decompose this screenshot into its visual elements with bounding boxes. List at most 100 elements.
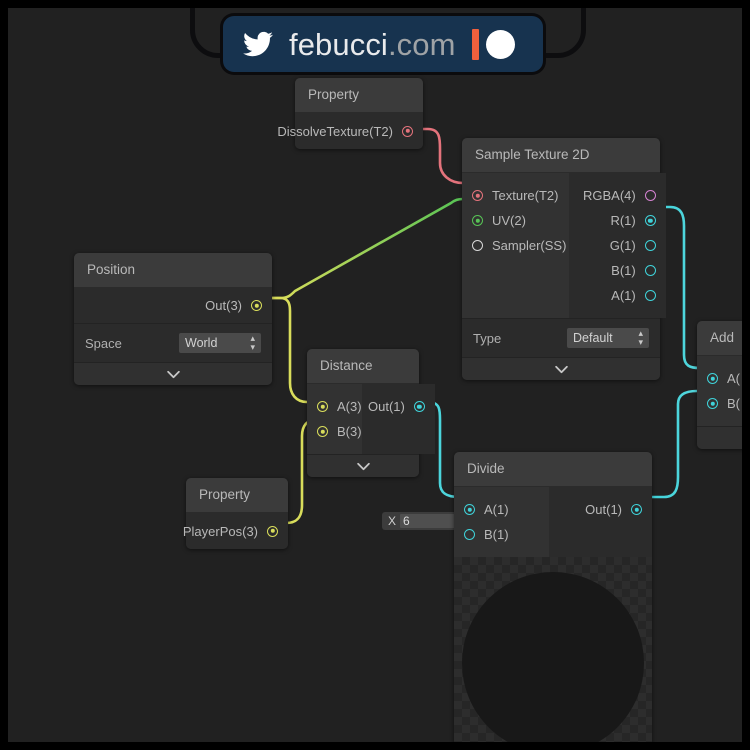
output-port-a[interactable] xyxy=(644,290,656,301)
node-collapse-footer[interactable] xyxy=(74,362,272,385)
shader-graph-screenshot: febucci.com Property DissolveTexture(T2)… xyxy=(0,0,750,750)
output-port-out[interactable] xyxy=(413,401,425,412)
input-port-column: A( B( xyxy=(697,356,742,426)
output-port-label: A(1) xyxy=(611,288,636,303)
node-preview xyxy=(454,557,652,742)
node-body: DissolveTexture(T2) xyxy=(277,113,423,149)
node-body: PlayerPos(3) xyxy=(183,513,288,549)
input-port-label: B(3) xyxy=(337,424,362,439)
output-port-column: Out(1) xyxy=(549,487,652,557)
input-port-row[interactable]: B( xyxy=(697,391,742,416)
input-port-sampler[interactable] xyxy=(472,240,483,251)
input-port-row[interactable]: A( xyxy=(697,366,742,391)
chevron-down-icon xyxy=(166,370,180,378)
node-setting-space[interactable]: Space World ▴ ▾ xyxy=(74,323,272,362)
input-port-row[interactable]: UV(2) xyxy=(462,208,569,233)
space-dropdown[interactable]: World ▴ ▾ xyxy=(179,333,261,353)
output-port-out[interactable] xyxy=(631,504,642,515)
input-port-a[interactable] xyxy=(317,401,328,412)
input-port-a[interactable] xyxy=(707,373,718,384)
output-port-b[interactable] xyxy=(644,265,656,276)
node-body: A(3) B(3) Out(1) xyxy=(307,384,435,454)
output-port-row[interactable]: R(1) xyxy=(569,208,666,233)
dropdown-value: Default xyxy=(573,331,613,345)
output-port-row[interactable]: Out(1) xyxy=(362,394,435,419)
banner-site-label: febucci.com xyxy=(289,29,456,60)
port-label: DissolveTexture(T2) xyxy=(277,123,393,139)
updown-arrows-icon: ▴ ▾ xyxy=(638,328,643,347)
output-port-label: G(1) xyxy=(609,238,636,253)
input-port-b[interactable] xyxy=(707,398,718,409)
input-port-label: A( xyxy=(727,371,740,386)
input-port-column: Texture(T2) UV(2) Sampler(SS) xyxy=(462,173,569,318)
output-port-column: Out(1) xyxy=(362,384,435,454)
node-sample-texture-2d[interactable]: Sample Texture 2D Texture(T2) UV(2) Samp… xyxy=(462,138,666,380)
input-port-label: UV(2) xyxy=(492,213,526,228)
node-collapse-footer[interactable] xyxy=(697,426,742,449)
input-port-row[interactable]: A(1) xyxy=(454,497,549,522)
patreon-circle xyxy=(485,29,515,59)
input-port-row[interactable]: B(3) xyxy=(307,419,362,444)
node-title: Property xyxy=(186,478,288,513)
output-port-label: Out(3) xyxy=(205,298,242,313)
output-port-label: R(1) xyxy=(610,213,636,228)
output-port-label: RGBA(4) xyxy=(583,188,636,203)
node-collapse-footer[interactable] xyxy=(462,357,660,380)
chevron-down-icon xyxy=(554,365,568,373)
output-port-row[interactable]: B(1) xyxy=(569,258,666,283)
node-setting-type[interactable]: Type Default ▴ ▾ xyxy=(462,318,660,357)
input-port-row[interactable]: Sampler(SS) xyxy=(462,233,569,258)
axis-label: X xyxy=(388,514,397,528)
node-position[interactable]: Position Out(3) Space World ▴ ▾ xyxy=(74,253,272,385)
input-port-label: B(1) xyxy=(484,527,509,542)
output-port-row[interactable]: Out(1) xyxy=(549,497,652,522)
node-title: Sample Texture 2D xyxy=(462,138,660,173)
input-port-column: A(3) B(3) xyxy=(307,384,362,454)
node-add[interactable]: Add A( B( xyxy=(697,321,742,449)
output-port-row[interactable]: G(1) xyxy=(569,233,666,258)
node-property-dissolve-texture[interactable]: Property DissolveTexture(T2) xyxy=(277,78,423,149)
node-body: Texture(T2) UV(2) Sampler(SS) RGBA(4) R(… xyxy=(462,173,666,318)
input-port-label: B( xyxy=(727,396,740,411)
input-port-uv[interactable] xyxy=(472,215,483,226)
febucci-banner[interactable]: febucci.com xyxy=(223,16,543,72)
output-port-r[interactable] xyxy=(644,215,656,226)
graph-canvas[interactable]: febucci.com Property DissolveTexture(T2)… xyxy=(8,8,742,742)
value-input[interactable]: 6 xyxy=(400,514,462,528)
node-divide[interactable]: Divide A(1) B(1) Out(1) xyxy=(454,452,652,742)
input-port-b[interactable] xyxy=(464,529,475,540)
input-port-a[interactable] xyxy=(464,504,475,515)
twitter-bird-icon xyxy=(243,31,273,57)
updown-arrows-icon: ▴ ▾ xyxy=(250,333,255,352)
output-port-dissolvetexture[interactable] xyxy=(402,125,413,137)
node-body: A(1) B(1) Out(1) xyxy=(454,487,652,557)
input-port-label: Texture(T2) xyxy=(492,188,559,203)
node-distance[interactable]: Distance A(3) B(3) Out(1) xyxy=(307,349,435,477)
output-port-row[interactable]: Out(3) xyxy=(74,293,272,318)
input-port-column: A(1) B(1) xyxy=(454,487,549,557)
banner-site-tld: .com xyxy=(387,26,456,62)
input-port-texture[interactable] xyxy=(472,190,483,201)
output-port-out[interactable] xyxy=(251,300,262,311)
node-collapse-footer[interactable] xyxy=(307,454,419,477)
input-port-row[interactable]: B(1) xyxy=(454,522,549,547)
node-title: Distance xyxy=(307,349,419,384)
output-port-rgba[interactable] xyxy=(644,190,656,201)
output-port-row[interactable]: A(1) xyxy=(569,283,666,308)
setting-label: Type xyxy=(473,330,502,346)
output-port-g[interactable] xyxy=(644,240,656,251)
node-title: Add xyxy=(697,321,742,356)
node-title: Position xyxy=(74,253,272,288)
output-port-row[interactable]: RGBA(4) xyxy=(569,183,666,208)
patreon-icon xyxy=(471,28,515,60)
output-port-playerpos[interactable] xyxy=(267,525,278,537)
node-title: Divide xyxy=(454,452,652,487)
type-dropdown[interactable]: Default ▴ ▾ xyxy=(567,328,649,348)
input-port-row[interactable]: A(3) xyxy=(307,394,362,419)
preview-shape xyxy=(462,572,644,742)
input-port-b[interactable] xyxy=(317,426,328,437)
node-title: Property xyxy=(295,78,423,113)
node-property-playerpos[interactable]: Property PlayerPos(3) xyxy=(183,478,288,549)
dropdown-value: World xyxy=(185,336,218,350)
input-port-row[interactable]: Texture(T2) xyxy=(462,183,569,208)
